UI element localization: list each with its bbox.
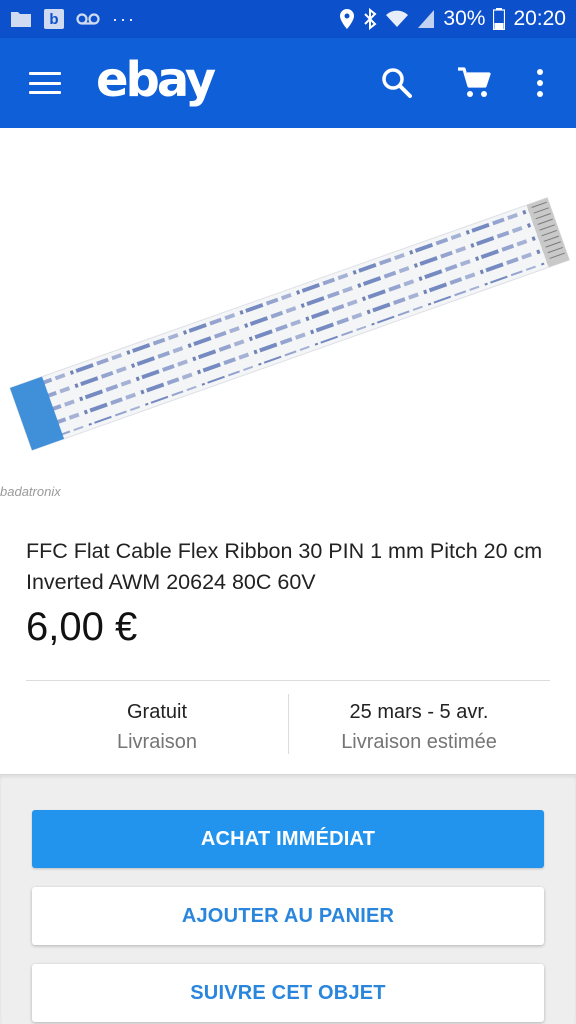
buy-now-button[interactable]: ACHAT IMMÉDIAT [32,810,544,868]
bluetooth-icon [363,8,377,30]
cart-icon[interactable] [456,66,492,100]
signal-icon [417,9,435,29]
app-bar: ebay [0,38,576,128]
product-price: 6,00 € [26,605,138,649]
delivery-info: 25 mars - 5 avr. Livraison estimée [288,698,550,758]
delivery-value: 25 mars - 5 avr. [349,701,489,723]
status-bar: b ··· 30% 20:20 [0,0,576,38]
location-icon [339,8,355,30]
battery-icon [493,8,506,30]
notification-icons: b ··· [10,9,136,30]
watch-item-button[interactable]: SUIVRE CET OBJET [32,964,544,1022]
divider [26,680,550,681]
shipping-label: Livraison [116,731,198,753]
b-app-icon: b [44,9,64,29]
more-vert-icon[interactable] [528,66,552,100]
ebay-logo[interactable]: ebay [96,52,216,108]
image-watermark: badatronix [0,484,61,499]
menu-icon[interactable] [26,68,64,98]
search-icon[interactable] [380,66,414,100]
add-to-cart-button[interactable]: AJOUTER AU PANIER [32,887,544,945]
clock: 20:20 [513,7,566,30]
shipping-value: Gratuit [126,701,188,723]
system-status: 30% 20:20 [339,7,566,31]
wifi-icon [385,9,409,29]
shipping-info: Gratuit Livraison [26,698,288,758]
voicemail-icon [76,12,100,26]
more-dots-icon: ··· [112,8,136,29]
product-image[interactable] [0,128,576,498]
battery-percent: 30% [443,7,486,30]
product-title: FFC Flat Cable Flex Ribbon 30 PIN 1 mm P… [26,539,543,594]
delivery-label: Livraison estimée [341,731,497,753]
folder-icon [10,10,32,28]
